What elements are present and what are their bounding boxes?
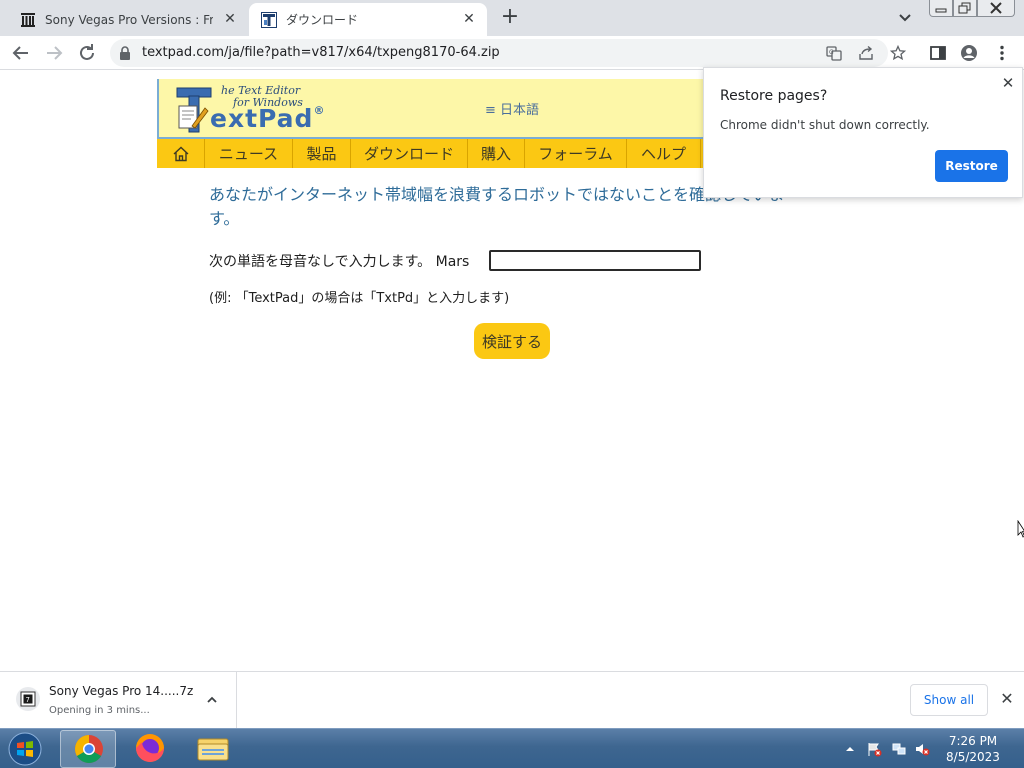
action-center-flag-icon[interactable] xyxy=(866,741,882,757)
tab-title: Sony Vegas Pro Versions : Free D xyxy=(45,12,213,27)
logo-brand: extPad® xyxy=(210,104,325,133)
tab-search-chevron-icon[interactable] xyxy=(896,8,914,26)
clock-date: 8/5/2023 xyxy=(946,750,1000,764)
textpad-icon xyxy=(261,11,277,28)
tab-sony-vegas[interactable]: Sony Vegas Pro Versions : Free D ✕ xyxy=(8,3,248,36)
archive-building-icon xyxy=(21,12,35,27)
close-tab-icon[interactable]: ✕ xyxy=(222,11,238,27)
nav-forum[interactable]: フォーラム xyxy=(525,139,627,168)
restore-window-button[interactable] xyxy=(953,0,977,17)
taskbar-chrome[interactable] xyxy=(60,730,116,768)
home-icon xyxy=(173,146,188,161)
taskbar-explorer[interactable] xyxy=(185,730,241,768)
nav-products[interactable]: 製品 xyxy=(293,139,351,168)
download-filename: Sony Vegas Pro 14.....7z xyxy=(49,684,194,698)
challenge-example: (例: 「TextPad」の場合は「TxtPd」と入力します) xyxy=(209,291,510,306)
archive-file-icon: 7 xyxy=(16,687,40,711)
new-tab-button[interactable]: + xyxy=(498,6,522,30)
url-text[interactable]: textpad.com/ja/file?path=v817/x64/txpeng… xyxy=(142,45,500,60)
file-explorer-icon xyxy=(197,738,229,761)
screen: Sony Vegas Pro Versions : Free D ✕ ダウンロー… xyxy=(0,0,1024,768)
restore-message: Chrome didn't shut down correctly. xyxy=(720,118,930,132)
textpad-logo[interactable]: he Text Editor for Windows extPad® xyxy=(175,82,345,136)
nav-news[interactable]: ニュース xyxy=(205,139,293,168)
close-popup-icon[interactable]: ✕ xyxy=(999,74,1017,92)
download-status: Opening in 3 mins... xyxy=(49,705,150,716)
nav-download[interactable]: ダウンロード xyxy=(351,139,468,168)
firefox-icon xyxy=(136,734,164,762)
challenge-answer-input[interactable] xyxy=(489,250,701,271)
forward-arrow-icon[interactable] xyxy=(42,41,66,65)
start-orb-icon[interactable] xyxy=(4,730,46,768)
reload-icon[interactable] xyxy=(75,41,99,65)
chrome-icon xyxy=(75,735,103,763)
nav-help[interactable]: ヘルプ xyxy=(627,139,701,168)
download-item[interactable]: 7 Sony Vegas Pro 14.....7z Opening in 3 … xyxy=(0,672,237,728)
restore-window-icon xyxy=(958,2,971,14)
share-icon[interactable] xyxy=(858,45,874,61)
textpad-logo-icon xyxy=(176,87,212,133)
tab-strip: Sony Vegas Pro Versions : Free D ✕ ダウンロー… xyxy=(0,0,1024,36)
nav-purchase[interactable]: 購入 xyxy=(468,139,525,168)
download-shelf: 7 Sony Vegas Pro 14.....7z Opening in 3 … xyxy=(0,671,1024,728)
textpad-header: he Text Editor for Windows extPad® ≡ 日本語 xyxy=(157,79,703,139)
restore-button[interactable]: Restore xyxy=(935,150,1008,182)
back-arrow-icon[interactable] xyxy=(9,41,33,65)
show-all-button[interactable]: Show all xyxy=(910,684,988,716)
nav-home[interactable] xyxy=(157,139,205,168)
restore-title: Restore pages? xyxy=(720,88,828,104)
side-panel-icon[interactable] xyxy=(929,44,947,62)
robot-check-message: あなたがインターネット帯域幅を浪費するロボットではないことを確認しています。 xyxy=(209,185,785,228)
menu-kebab-icon[interactable] xyxy=(993,44,1011,62)
windows-taskbar: 7:26 PM 8/5/2023 xyxy=(0,728,1024,768)
close-shelf-icon[interactable]: ✕ xyxy=(998,690,1016,708)
translate-icon[interactable]: G xyxy=(826,45,842,61)
clock-time: 7:26 PM xyxy=(948,734,998,748)
browser-toolbar: textpad.com/ja/file?path=v817/x64/txpeng… xyxy=(0,36,1024,70)
bookmark-star-icon[interactable] xyxy=(890,45,906,61)
close-window-icon xyxy=(990,2,1002,14)
tab-download[interactable]: ダウンロード ✕ xyxy=(249,3,487,36)
textpad-nav: ニュース 製品 ダウンロード 購入 フォーラム ヘルプ xyxy=(157,139,703,168)
taskbar-firefox[interactable] xyxy=(122,730,178,768)
resize-cursor-icon xyxy=(1017,520,1024,538)
network-icon[interactable] xyxy=(891,741,907,757)
lock-icon[interactable] xyxy=(119,46,131,60)
svg-text:G: G xyxy=(829,49,834,56)
close-window-button[interactable] xyxy=(977,0,1015,17)
svg-text:7: 7 xyxy=(26,696,30,704)
logo-brand-text: extPad xyxy=(210,104,314,133)
address-bar[interactable]: textpad.com/ja/file?path=v817/x64/txpeng… xyxy=(110,39,906,67)
registered-mark: ® xyxy=(313,104,326,117)
chevron-up-icon[interactable] xyxy=(205,693,219,707)
profile-avatar-icon[interactable] xyxy=(960,44,978,62)
verify-button[interactable]: 検証する xyxy=(474,323,550,359)
restore-pages-popup: Restore pages? Chrome didn't shut down c… xyxy=(703,67,1023,198)
minimize-icon xyxy=(935,8,947,13)
challenge-prompt: 次の単語を母音なしで入力します。 Mars xyxy=(209,254,470,270)
tray-overflow-icon[interactable] xyxy=(842,741,858,757)
volume-muted-icon[interactable] xyxy=(914,741,930,757)
tab-title: ダウンロード xyxy=(286,13,359,27)
close-tab-icon[interactable]: ✕ xyxy=(461,11,477,27)
system-clock[interactable]: 7:26 PM 8/5/2023 xyxy=(936,733,1010,765)
language-selector[interactable]: ≡ 日本語 xyxy=(485,99,539,118)
minimize-button[interactable] xyxy=(929,0,953,17)
